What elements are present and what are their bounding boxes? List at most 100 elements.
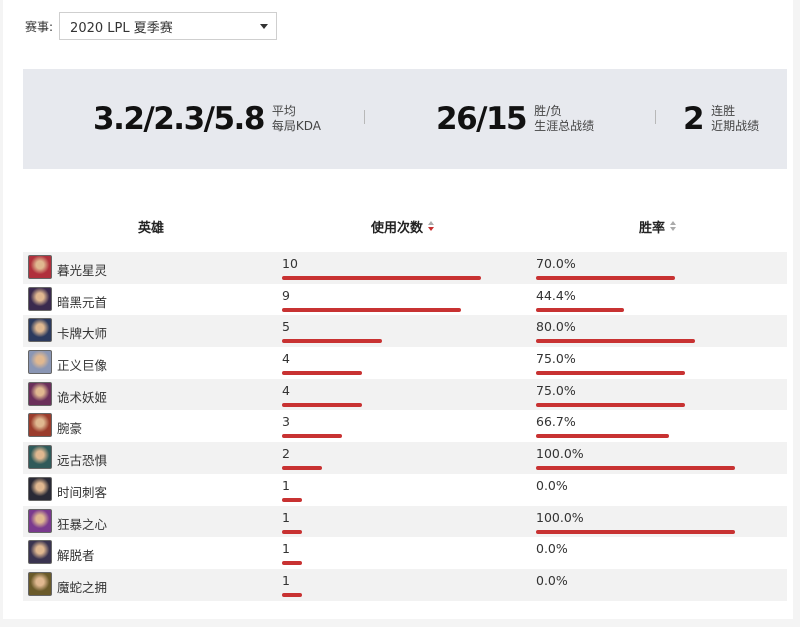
winrate-value: 66.7% xyxy=(536,414,576,430)
winrate-bar xyxy=(536,402,686,407)
table-row[interactable]: 腕豪 3 66.7% xyxy=(23,410,787,442)
table-row[interactable]: 卡牌大师 5 80.0% xyxy=(23,315,787,348)
hero-avatar xyxy=(28,350,52,375)
kda-stat: 3.2/2.3/5.8 平均 每局KDA xyxy=(93,99,321,139)
streak-value: 2 xyxy=(683,101,705,137)
hero-avatar xyxy=(28,540,52,565)
hero-avatar xyxy=(28,286,52,311)
uses-bar xyxy=(282,371,362,376)
uses-bar xyxy=(282,276,481,280)
table-row[interactable]: 解脱者 1 0.0% xyxy=(23,537,787,569)
hero-avatar xyxy=(28,476,52,501)
uses-bar xyxy=(282,497,302,502)
uses-bar xyxy=(282,466,322,471)
winrate-value: 0.0% xyxy=(536,572,568,588)
uses-count: 10 xyxy=(282,256,298,271)
uses-count: 5 xyxy=(282,319,290,335)
divider xyxy=(364,110,365,124)
hero-avatar xyxy=(28,445,52,470)
winrate-bar xyxy=(536,371,686,376)
uses-bar xyxy=(282,529,302,534)
kda-label-top: 平均 xyxy=(271,104,296,118)
uses-count: 1 xyxy=(282,477,290,493)
record-stat: 26/15 胜/负 生涯总战绩 xyxy=(436,99,594,139)
uses-bar xyxy=(282,561,302,566)
winrate-value: 0.0% xyxy=(536,477,568,493)
hero-stats-card: 赛事: 2020 LPL 夏季赛 3.2/2.3/5.8 平均 每局KDA 26… xyxy=(3,0,793,619)
divider xyxy=(655,110,656,124)
season-filter: 赛事: 2020 LPL 夏季赛 xyxy=(25,12,278,40)
hero-name: 暗黑元首 xyxy=(57,294,108,310)
streak-stat: 2 连胜 近期战绩 xyxy=(683,99,759,139)
winrate-value: 44.4% xyxy=(536,287,576,303)
winrate-value: 75.0% xyxy=(536,382,576,398)
stats-summary-panel: 3.2/2.3/5.8 平均 每局KDA 26/15 胜/负 生涯总战绩 2 连… xyxy=(23,69,787,169)
column-header-uses[interactable]: 使用次数 xyxy=(371,212,435,240)
hero-name: 时间刺客 xyxy=(57,484,108,500)
winrate-value: 0.0% xyxy=(536,541,568,557)
hero-avatar xyxy=(28,413,52,438)
winrate-value: 100.0% xyxy=(536,446,584,462)
chevron-down-icon xyxy=(260,23,269,29)
winrate-bar xyxy=(536,529,735,534)
winrate-value: 100.0% xyxy=(536,509,584,525)
table-row[interactable]: 远古恐惧 2 100.0% xyxy=(23,442,787,474)
uses-count: 1 xyxy=(282,541,290,557)
uses-bar xyxy=(282,307,462,312)
uses-count: 9 xyxy=(282,287,290,303)
uses-count: 2 xyxy=(282,446,290,462)
hero-name: 魔蛇之拥 xyxy=(57,579,108,595)
hero-avatar xyxy=(28,318,52,343)
record-label-top: 胜/负 xyxy=(534,104,563,118)
winrate-bar xyxy=(536,307,625,312)
column-header-hero: 英雄 xyxy=(138,220,165,236)
winrate-value: 75.0% xyxy=(536,351,576,367)
table-row[interactable]: 正义巨像 4 75.0% xyxy=(23,347,787,379)
season-select[interactable]: 2020 LPL 夏季赛 xyxy=(59,12,278,40)
season-label: 赛事: xyxy=(25,19,54,34)
hero-avatar xyxy=(28,508,52,533)
streak-label-top: 连胜 xyxy=(711,104,736,118)
sort-icon[interactable] xyxy=(428,221,435,231)
column-header-winrate[interactable]: 胜率 xyxy=(639,212,677,240)
table-row[interactable]: 暮光星灵 10 70.0% xyxy=(23,252,787,284)
winrate-bar xyxy=(536,466,735,471)
hero-name: 解脱者 xyxy=(57,548,95,564)
hero-name: 腕豪 xyxy=(57,421,83,437)
season-selected-value: 2020 LPL 夏季赛 xyxy=(70,20,173,36)
uses-bar xyxy=(282,592,302,597)
hero-avatar xyxy=(28,255,52,279)
hero-name: 远古恐惧 xyxy=(57,453,108,469)
hero-avatar xyxy=(28,571,52,596)
uses-bar xyxy=(282,402,362,407)
winrate-bar xyxy=(536,339,696,344)
table-row[interactable]: 暗黑元首 9 44.4% xyxy=(23,284,787,316)
uses-bar xyxy=(282,434,342,439)
winrate-bar xyxy=(536,276,676,280)
uses-count: 1 xyxy=(282,509,290,525)
uses-count: 4 xyxy=(282,382,290,398)
uses-count: 4 xyxy=(282,351,290,367)
winrate-value: 80.0% xyxy=(536,319,576,335)
kda-label-bottom: 每局KDA xyxy=(271,119,322,133)
record-label-bottom: 生涯总战绩 xyxy=(534,119,595,133)
hero-name: 正义巨像 xyxy=(57,358,108,374)
winrate-bar xyxy=(536,434,669,439)
uses-count: 1 xyxy=(282,572,290,588)
streak-label-bottom: 近期战绩 xyxy=(711,119,760,133)
sort-icon[interactable] xyxy=(670,221,677,231)
table-row[interactable]: 时间刺客 1 0.0% xyxy=(23,474,787,506)
hero-name: 卡牌大师 xyxy=(57,326,108,342)
table-header: 英雄 使用次数 胜率 xyxy=(23,212,787,240)
record-value: 26/15 xyxy=(436,101,528,137)
table-row[interactable]: 诡术妖姬 4 75.0% xyxy=(23,378,787,411)
hero-avatar xyxy=(28,381,52,406)
kda-value: 3.2/2.3/5.8 xyxy=(93,101,265,137)
hero-table-body: 暮光星灵 10 70.0% 暗黑元首 9 44.4% 卡牌大师 5 80.0% 正义巨像 4 75.0… xyxy=(23,252,787,601)
uses-bar xyxy=(282,339,382,344)
table-row[interactable]: 狂暴之心 1 100.0% xyxy=(23,505,787,538)
uses-count: 3 xyxy=(282,414,290,430)
table-row[interactable]: 魔蛇之拥 1 0.0% xyxy=(23,568,787,601)
hero-name: 暮光星灵 xyxy=(57,263,108,278)
winrate-value: 70.0% xyxy=(536,256,576,271)
